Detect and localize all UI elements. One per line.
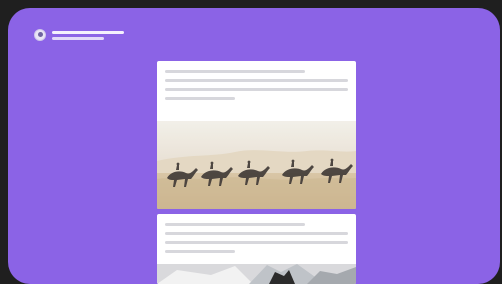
text-line — [165, 97, 235, 100]
post-text-placeholder — [157, 61, 356, 100]
app-canvas — [8, 8, 500, 284]
post-card[interactable] — [157, 214, 356, 284]
post-photo[interactable] — [157, 264, 356, 284]
user-avatar-icon[interactable] — [34, 29, 46, 41]
text-line — [165, 241, 348, 244]
post-photo[interactable] — [157, 121, 356, 209]
text-line — [165, 250, 235, 253]
desert-camel-caravan-photo — [157, 121, 356, 209]
account-header[interactable] — [34, 27, 124, 43]
text-line — [165, 79, 348, 82]
post-card[interactable] — [157, 61, 356, 209]
text-line — [165, 70, 305, 73]
account-handle-line — [52, 36, 104, 40]
account-name-placeholder — [52, 30, 124, 40]
text-line — [165, 232, 348, 235]
post-text-placeholder — [157, 214, 356, 253]
partial-photo — [157, 264, 356, 284]
text-line — [165, 88, 348, 91]
account-name-line — [52, 30, 124, 34]
text-line — [165, 223, 305, 226]
window-frame — [0, 0, 502, 284]
